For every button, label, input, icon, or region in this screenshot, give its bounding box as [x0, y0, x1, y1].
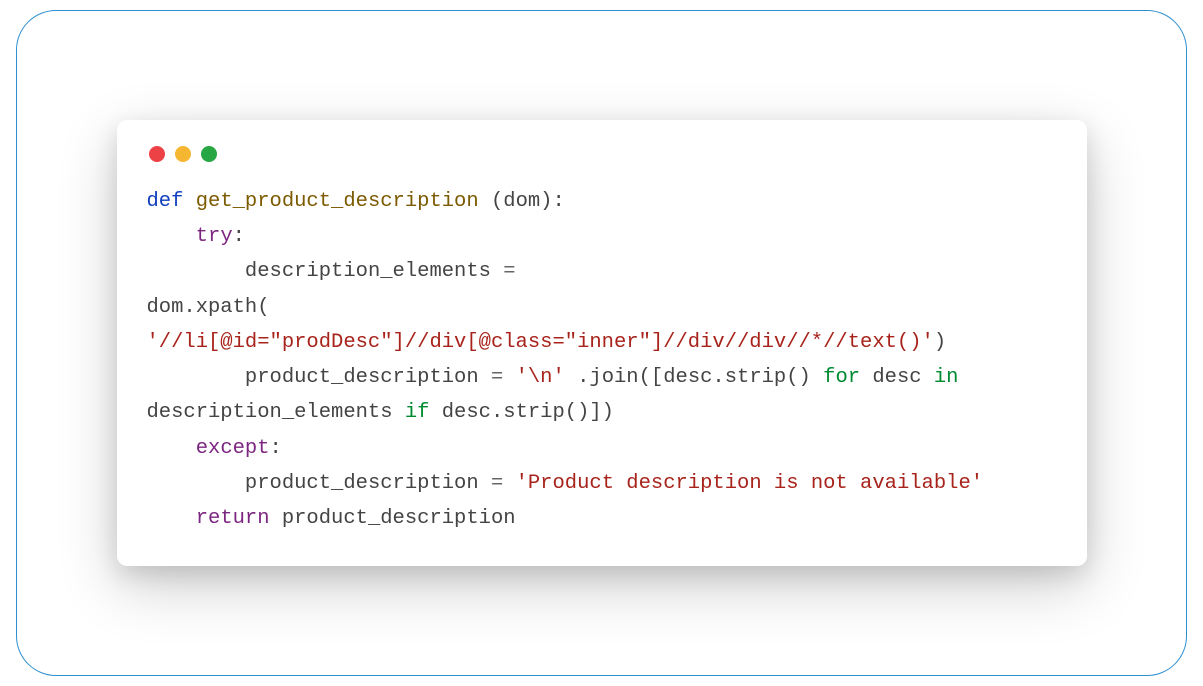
- close-icon: [149, 146, 165, 162]
- code-block: def get_product_description (dom): try: …: [147, 184, 1057, 537]
- keyword-in: in: [934, 366, 959, 389]
- strip-end: desc.strip()]): [429, 401, 614, 424]
- keyword-if: if: [405, 401, 430, 424]
- keyword-except: except: [196, 437, 270, 460]
- desc-var: desc: [860, 366, 934, 389]
- params: (dom):: [479, 190, 565, 213]
- maximize-icon: [201, 146, 217, 162]
- op-eq: =: [503, 260, 528, 283]
- join-call: .join([desc.strip(): [565, 366, 823, 389]
- newline-string: '\n': [516, 366, 565, 389]
- keyword-try: try: [196, 225, 233, 248]
- xpath-string: '//li[@id="prodDesc"]//div[@class="inner…: [147, 331, 934, 354]
- var-prod-desc: product_description: [245, 366, 491, 389]
- outer-frame: def get_product_description (dom): try: …: [16, 10, 1187, 676]
- paren-close: ): [934, 331, 946, 354]
- function-name: get_product_description: [196, 190, 479, 213]
- op-eq2: =: [491, 366, 516, 389]
- colon2: :: [270, 437, 282, 460]
- keyword-def: def: [147, 190, 184, 213]
- traffic-lights: [147, 146, 1057, 162]
- op-eq3: =: [491, 472, 516, 495]
- fallback-string: 'Product description is not available': [516, 472, 983, 495]
- dom-xpath-call: dom.xpath(: [147, 296, 270, 319]
- var-prod-desc2: product_description: [245, 472, 491, 495]
- colon: :: [233, 225, 245, 248]
- return-var: product_description: [270, 507, 516, 530]
- code-card: def get_product_description (dom): try: …: [117, 120, 1087, 567]
- keyword-return: return: [196, 507, 270, 530]
- minimize-icon: [175, 146, 191, 162]
- keyword-for: for: [823, 366, 860, 389]
- var-desc-elements: description_elements: [245, 260, 503, 283]
